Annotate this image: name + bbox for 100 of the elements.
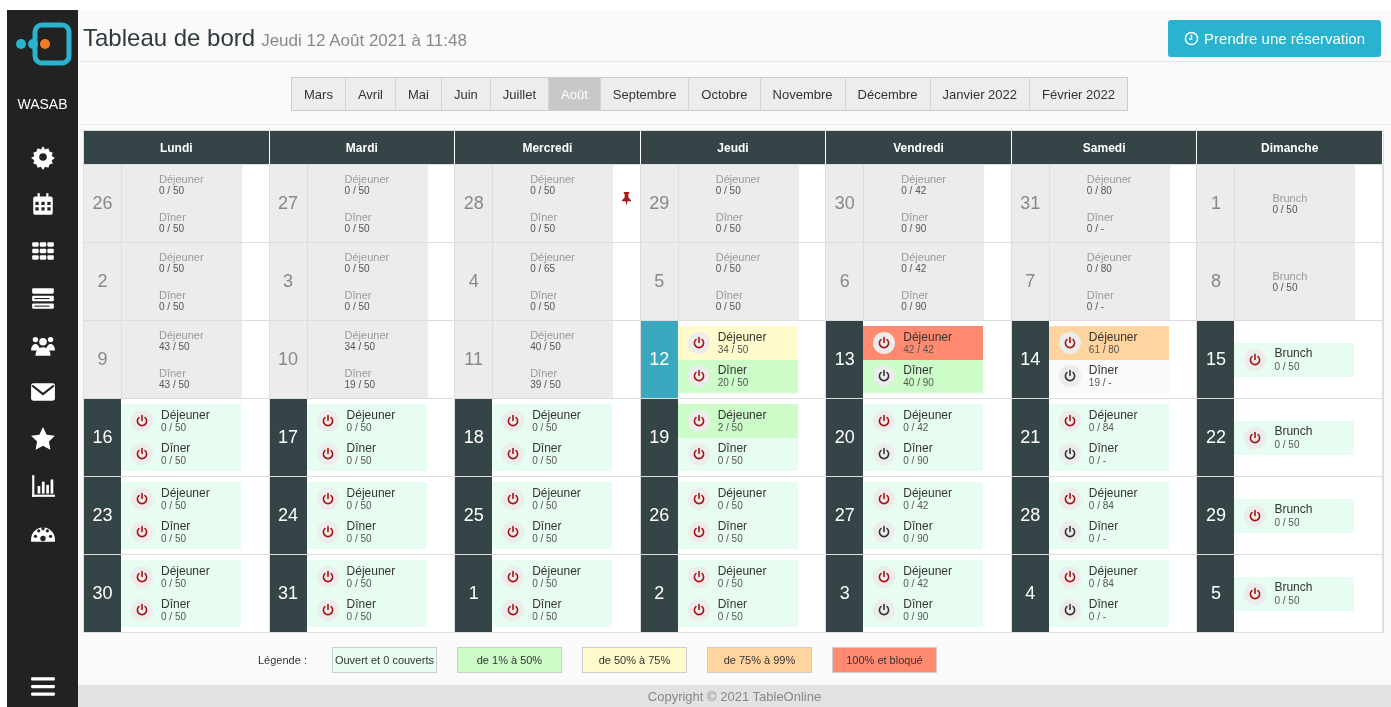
power-icon[interactable] bbox=[316, 521, 339, 544]
power-icon[interactable] bbox=[873, 409, 896, 432]
service-slot[interactable]: Dîner 0 / 50 bbox=[492, 593, 613, 627]
power-icon[interactable] bbox=[131, 521, 153, 544]
day-number: 1 bbox=[1197, 165, 1236, 242]
service-slot[interactable]: Déjeuner 0 / 50 bbox=[121, 482, 241, 516]
service-slot[interactable]: Déjeuner 0 / 42 bbox=[863, 404, 984, 438]
star-icon[interactable] bbox=[29, 426, 56, 452]
covers-count: 2 / 50 bbox=[717, 421, 743, 433]
service-slot[interactable]: Dîner 40 / 90 bbox=[863, 359, 984, 393]
power-icon[interactable] bbox=[1058, 331, 1081, 354]
power-icon[interactable] bbox=[687, 565, 710, 588]
power-icon[interactable] bbox=[1058, 599, 1081, 622]
day-number: 2 bbox=[640, 555, 678, 632]
service-slot[interactable]: Dîner 0 / 50 bbox=[306, 437, 427, 471]
service-slot[interactable]: Déjeuner 34 / 50 bbox=[677, 326, 798, 360]
power-icon[interactable] bbox=[1058, 487, 1081, 510]
power-icon[interactable] bbox=[873, 487, 896, 510]
power-icon[interactable] bbox=[131, 487, 153, 510]
power-icon[interactable] bbox=[131, 443, 153, 466]
service-slot[interactable]: Dîner 0 / 50 bbox=[121, 515, 241, 549]
power-icon[interactable] bbox=[687, 409, 710, 432]
power-icon[interactable] bbox=[687, 599, 710, 622]
power-icon[interactable] bbox=[1244, 504, 1267, 527]
power-icon[interactable] bbox=[502, 521, 525, 544]
service-slot[interactable]: Dîner 0 / 50 bbox=[121, 593, 241, 627]
power-icon[interactable] bbox=[316, 409, 339, 432]
power-icon[interactable] bbox=[1058, 409, 1081, 432]
service-slot[interactable]: Déjeuner 0 / 50 bbox=[677, 482, 798, 516]
service-slot[interactable]: Déjeuner 0 / 42 bbox=[863, 482, 984, 516]
power-icon[interactable] bbox=[1244, 348, 1267, 371]
service-slot[interactable]: Déjeuner 0 / 50 bbox=[492, 482, 613, 516]
service-slot[interactable]: Déjeuner 42 / 42 bbox=[863, 326, 984, 360]
power-icon[interactable] bbox=[316, 487, 339, 510]
service-slot[interactable]: Brunch 0 / 50 bbox=[1234, 420, 1355, 455]
bar-chart-icon[interactable] bbox=[29, 473, 56, 499]
service-slot[interactable]: Dîner 20 / 50 bbox=[677, 359, 798, 393]
power-icon[interactable] bbox=[1058, 365, 1081, 388]
power-icon[interactable] bbox=[687, 487, 710, 510]
power-icon[interactable] bbox=[873, 443, 896, 466]
service-slot[interactable]: Dîner 0 / 50 bbox=[677, 437, 798, 471]
service-slot[interactable]: Dîner 0 / 50 bbox=[677, 593, 798, 627]
covers-count: 0 / 42 bbox=[901, 184, 927, 196]
settings-icon[interactable] bbox=[29, 144, 56, 170]
power-icon[interactable] bbox=[687, 365, 710, 388]
power-icon[interactable] bbox=[316, 599, 339, 622]
service-slot[interactable]: Dîner 19 / - bbox=[1048, 359, 1169, 393]
power-icon[interactable] bbox=[502, 409, 525, 432]
service-slot[interactable]: Dîner 0 / 90 bbox=[863, 515, 984, 549]
service-slot[interactable]: Déjeuner 2 / 50 bbox=[677, 404, 798, 438]
service-slot[interactable]: Dîner 0 / 90 bbox=[863, 593, 984, 627]
power-icon[interactable] bbox=[1244, 582, 1267, 605]
power-icon[interactable] bbox=[131, 599, 153, 622]
service-slot[interactable]: Déjeuner 0 / 50 bbox=[306, 560, 427, 594]
service-slot[interactable]: Déjeuner 0 / 50 bbox=[492, 560, 613, 594]
service-slot[interactable]: Déjeuner 0 / 50 bbox=[306, 404, 427, 438]
power-icon[interactable] bbox=[873, 521, 896, 544]
service-slot[interactable]: Dîner 0 / 50 bbox=[492, 437, 613, 471]
service-slot[interactable]: Déjeuner 0 / 42 bbox=[863, 560, 984, 594]
power-icon[interactable] bbox=[502, 599, 525, 622]
service-slot[interactable]: Dîner 0 / 90 bbox=[863, 437, 984, 471]
power-icon[interactable] bbox=[873, 565, 896, 588]
service-slot[interactable]: Déjeuner 61 / 80 bbox=[1048, 326, 1169, 360]
service-slot[interactable]: Déjeuner 0 / 50 bbox=[306, 482, 427, 516]
service-slot[interactable]: Dîner 0 / 50 bbox=[677, 515, 798, 549]
service-slot[interactable]: Déjeuner 0 / 84 bbox=[1048, 560, 1169, 594]
service-slot[interactable]: Déjeuner 0 / 50 bbox=[677, 560, 798, 594]
power-icon[interactable] bbox=[687, 443, 710, 466]
power-icon[interactable] bbox=[873, 599, 896, 622]
power-icon[interactable] bbox=[131, 409, 153, 432]
list-icon[interactable] bbox=[29, 285, 56, 311]
service-slot[interactable]: Déjeuner 0 / 84 bbox=[1048, 404, 1169, 438]
power-icon[interactable] bbox=[873, 331, 896, 354]
service-slot[interactable]: Brunch 0 / 50 bbox=[1234, 342, 1355, 377]
service-slot[interactable]: Déjeuner 0 / 50 bbox=[121, 404, 241, 438]
power-icon[interactable] bbox=[1058, 521, 1081, 544]
power-icon[interactable] bbox=[1244, 426, 1267, 449]
power-icon[interactable] bbox=[687, 521, 710, 544]
service-slot[interactable]: Dîner 0 / - bbox=[1048, 593, 1169, 627]
service-slot[interactable]: Déjeuner 0 / 84 bbox=[1048, 482, 1169, 516]
power-icon[interactable] bbox=[1058, 443, 1081, 466]
service-slot[interactable]: Dîner 0 / 50 bbox=[121, 437, 241, 471]
service-slot[interactable]: Brunch 0 / 50 bbox=[1234, 498, 1355, 533]
power-icon[interactable] bbox=[502, 565, 525, 588]
service-slot[interactable]: Déjeuner 0 / 50 bbox=[121, 560, 241, 594]
power-icon[interactable] bbox=[502, 487, 525, 510]
service-slot[interactable]: Dîner 0 / - bbox=[1048, 515, 1169, 549]
service-slot[interactable]: Dîner 0 / - bbox=[1048, 437, 1169, 471]
power-icon[interactable] bbox=[316, 565, 339, 588]
power-icon[interactable] bbox=[316, 443, 339, 466]
power-icon[interactable] bbox=[502, 443, 525, 466]
power-icon[interactable] bbox=[1058, 565, 1081, 588]
service-slot[interactable]: Dîner 0 / 50 bbox=[306, 593, 427, 627]
service-slot[interactable]: Dîner 0 / 50 bbox=[492, 515, 613, 549]
service-slot[interactable]: Brunch 0 / 50 bbox=[1234, 576, 1355, 611]
service-slot[interactable]: Déjeuner 0 / 50 bbox=[492, 404, 613, 438]
service-slot[interactable]: Dîner 0 / 50 bbox=[306, 515, 427, 549]
power-icon[interactable] bbox=[131, 565, 153, 588]
power-icon[interactable] bbox=[687, 331, 710, 354]
power-icon[interactable] bbox=[873, 365, 896, 388]
